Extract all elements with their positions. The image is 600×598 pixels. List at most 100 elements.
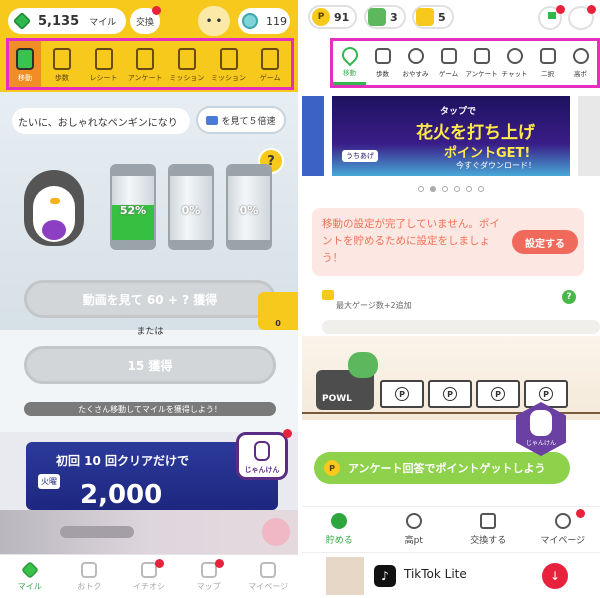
tiktok-ad[interactable]: ♪ TikTok Lite ↓ [302, 552, 600, 598]
fireworks-banner[interactable]: タップで 花火を打ち上げ ポイントGET! 今すぐダウンロード！ うちあげ [332, 96, 570, 176]
cards-pill[interactable]: 3 [364, 5, 406, 29]
coin-count: 119 [266, 14, 287, 28]
jar-2: 0% [168, 164, 214, 250]
download-icon[interactable]: ↓ [542, 563, 568, 589]
tab-mission-2[interactable]: ミッション [208, 41, 250, 87]
pt-icon [405, 513, 422, 529]
tickets-value: 5 [438, 10, 446, 24]
tab-survey[interactable]: アンケート [124, 41, 166, 87]
tab-label: 高ポ [574, 70, 587, 78]
tab-label: ゲーム [259, 74, 281, 82]
tab-receipt[interactable]: レシート [83, 41, 125, 87]
tab-label: ミッション [211, 74, 247, 82]
chat-icon [506, 48, 523, 64]
gamepad-icon[interactable] [568, 5, 596, 30]
janken-label: じゃんけん [525, 440, 556, 447]
blurred-ad[interactable] [0, 510, 298, 554]
tab-survey[interactable]: アンケート [465, 41, 498, 85]
nav-mypage[interactable]: マイページ [526, 507, 600, 552]
notification-dot [587, 5, 596, 14]
janken-badge[interactable]: じゃんけん [236, 429, 292, 480]
footprint-icon [52, 48, 71, 70]
carousel-prev-banner[interactable] [302, 96, 324, 176]
tab-label: 移動 [18, 74, 32, 82]
miles-unit: マイル [89, 17, 117, 28]
point-coin-icon: P [324, 460, 340, 476]
nav-high-pt[interactable]: 高pt [377, 507, 452, 552]
ticket-icon [416, 8, 434, 26]
jar-percent: 52% [119, 204, 147, 217]
nav-mile[interactable]: マイル [0, 555, 60, 598]
train-engine: POWL [316, 352, 378, 410]
coin-pill[interactable]: 119 [238, 8, 290, 34]
watch-video-5x-button[interactable]: を見て５倍速 [196, 106, 286, 134]
nav-map[interactable]: マップ [179, 555, 239, 598]
left-bottom-nav: マイル おトク イチオシ マップ マイページ [0, 554, 298, 598]
ab-icon [539, 48, 556, 64]
setup-button[interactable]: 設定する [512, 230, 578, 254]
tiktok-logo-icon: ♪ [374, 565, 396, 587]
carousel-dot[interactable] [418, 186, 424, 192]
carousel-dot[interactable] [442, 186, 448, 192]
jar-percent: 0% [239, 204, 259, 217]
watch-ad-get-button[interactable]: 動画を見て 60 + ? 獲得 [24, 280, 276, 318]
nav-mypage[interactable]: マイページ [238, 555, 298, 598]
tab-high-point[interactable]: 高ポ [564, 41, 597, 85]
right-header: P 91 3 5 [302, 0, 600, 34]
jar-percent: 0% [181, 204, 201, 217]
ad-thumbnail [326, 557, 364, 595]
character-button[interactable]: • • [198, 6, 230, 36]
nav-otoku[interactable]: おトク [60, 555, 120, 598]
user-icon [554, 513, 571, 529]
watch-label: を見て５倍速 [221, 116, 276, 127]
exchange-button[interactable]: 交換 [130, 6, 161, 34]
character-icon: • • [205, 15, 223, 27]
survey-icon [136, 48, 155, 70]
tab-game[interactable]: ゲーム [249, 41, 291, 87]
gift-icon [177, 48, 196, 70]
carousel-dots [302, 186, 600, 192]
carousel-next-banner[interactable] [578, 96, 600, 176]
video-icon [206, 115, 219, 125]
carousel-dot[interactable] [454, 186, 460, 192]
points-pill[interactable]: P 91 [308, 5, 358, 29]
nav-label: 貯める [325, 536, 353, 546]
point-coin-icon: P [491, 387, 505, 401]
survey-button[interactable]: P アンケート回答でポイントゲットしよう [314, 452, 570, 484]
jar-cap [112, 166, 154, 176]
tab-label: ゲーム [438, 70, 459, 78]
nav-ichioshi[interactable]: イチオシ [119, 555, 179, 598]
carousel-dot[interactable] [478, 186, 484, 192]
tab-two-choice[interactable]: 二択 [531, 41, 564, 85]
notification-dot [214, 559, 224, 568]
tab-game[interactable]: ゲーム [432, 41, 465, 85]
tab-steps[interactable]: 歩数 [41, 41, 83, 87]
receipt-icon [94, 48, 113, 70]
or-text: または [136, 327, 164, 337]
tab-mission-1[interactable]: ミッション [166, 41, 208, 87]
tab-label: 歩数 [54, 74, 69, 82]
carousel-dot[interactable] [466, 186, 472, 192]
nav-exchange[interactable]: 交換する [451, 507, 526, 552]
banner-line2: 花火を打ち上げ [416, 123, 535, 143]
help-button[interactable]: ? [562, 290, 576, 304]
tab-chat[interactable]: チャット [498, 41, 531, 85]
banner-tag: うちあげ [342, 150, 378, 162]
notification-dot [575, 509, 585, 518]
get-15-button[interactable]: 15 獲得 [24, 346, 276, 384]
tab-label: ミッション [169, 74, 205, 82]
flag-icon[interactable] [538, 5, 565, 30]
tab-move[interactable]: 移動 [9, 41, 41, 87]
tickets-pill[interactable]: 5 [412, 5, 454, 29]
tab-steps[interactable]: 歩数 [366, 41, 399, 85]
carousel-dot[interactable] [430, 186, 436, 192]
tab-move[interactable]: 移動 [333, 41, 366, 85]
miles-pill[interactable]: 5,135 マイル [8, 8, 126, 34]
setup-warning: 移動の設定が完了していません。ポイントを貯めるために設定をしましょう！ 設定する [312, 208, 584, 276]
exchange-label: 交換 [135, 17, 154, 28]
train-car: P [428, 380, 472, 408]
battery-icon [16, 48, 34, 70]
points-value: 91 [334, 10, 350, 24]
tab-sleep[interactable]: おやすみ [399, 41, 432, 85]
nav-save[interactable]: 貯める [302, 507, 377, 552]
